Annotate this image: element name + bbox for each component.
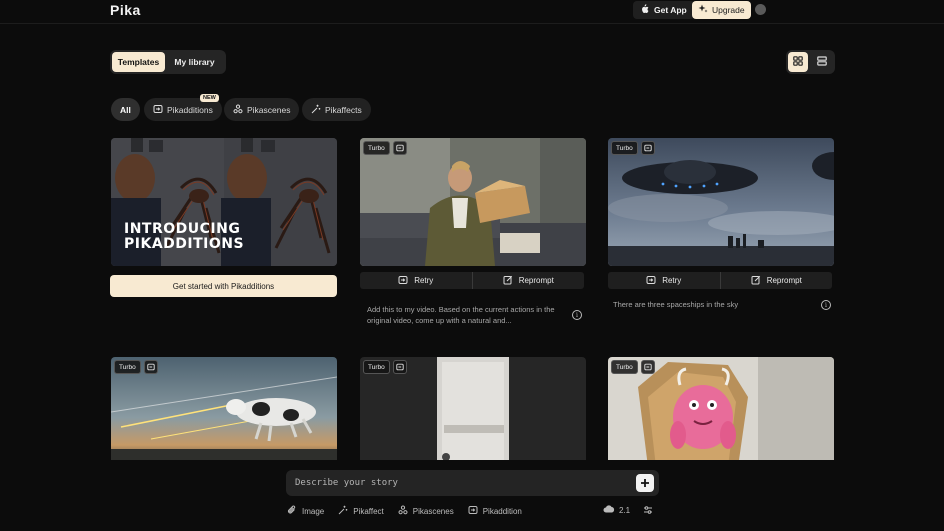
turbo-badge: Turbo (363, 141, 390, 155)
retry-icon (646, 275, 656, 287)
pikadditions-icon (468, 505, 478, 517)
filter-pikadditions[interactable]: Pikadditions NEW (144, 94, 222, 121)
pikaffects-icon (311, 104, 321, 116)
filter-pikaffects-label: Pikaffects (325, 104, 362, 115)
retry-label: Retry (662, 276, 682, 285)
grid-view-button[interactable] (788, 52, 808, 72)
retry-button[interactable]: Retry (608, 272, 720, 289)
promo-headline-line2: PIKADDITIONS (124, 236, 245, 252)
library-tabs: Templates My library (110, 50, 226, 74)
card-badges: Turbo (363, 141, 407, 155)
filter-pikadditions-label: Pikadditions (167, 104, 213, 115)
card-actions: Retry Reprompt (360, 272, 584, 289)
settings-button[interactable] (643, 505, 653, 517)
pika-logo[interactable]: Pika (110, 2, 141, 18)
template-card-box[interactable]: Turbo (360, 138, 586, 266)
add-button[interactable] (636, 474, 654, 492)
pikascenes-tool-label: Pikascenes (412, 506, 454, 516)
sparkle-icon (698, 4, 708, 16)
avatar[interactable] (755, 4, 766, 15)
get-app-button[interactable]: Get App (633, 1, 695, 19)
filter-all-label: All (120, 104, 131, 115)
box-video-thumbnail (360, 138, 586, 266)
turbo-badge: Turbo (611, 360, 638, 374)
get-started-pikadditions-button[interactable]: Get started with Pikadditions (110, 275, 337, 297)
model-version-selector[interactable]: 2.1 (603, 505, 630, 515)
retry-label: Retry (414, 276, 434, 285)
upgrade-button[interactable]: Upgrade (692, 1, 751, 19)
grid-icon (793, 53, 803, 71)
retry-icon (398, 275, 408, 287)
pikaddition-tool-button[interactable]: Pikaddition (468, 505, 522, 517)
info-icon[interactable]: i (572, 310, 582, 320)
filter-pikascenes[interactable]: Pikascenes (224, 98, 300, 121)
image-tool-label: Image (302, 506, 325, 516)
tab-my-library[interactable]: My library (167, 52, 222, 72)
upgrade-label: Upgrade (712, 5, 745, 15)
new-badge: NEW (200, 94, 219, 102)
turbo-badge: Turbo (611, 141, 638, 155)
template-card-spaceships[interactable]: Turbo (608, 138, 834, 266)
reprompt-label: Reprompt (518, 276, 554, 285)
reprompt-button[interactable]: Reprompt (719, 272, 833, 289)
reprompt-label: Reprompt (766, 276, 802, 285)
plus-icon (640, 475, 650, 491)
filter-pikascenes-label: Pikascenes (247, 104, 291, 115)
get-app-label: Get App (654, 5, 687, 15)
pikascenes-tool-button[interactable]: Pikascenes (398, 505, 454, 517)
magic-wand-icon (338, 505, 348, 517)
pikascenes-icon (398, 505, 408, 517)
promo-headline-line1: INTRODUCING (124, 221, 241, 237)
turbo-badge: Turbo (114, 360, 141, 374)
edit-icon (751, 275, 761, 287)
template-card-cow[interactable]: Turbo (111, 357, 337, 467)
apple-icon (640, 4, 649, 16)
pikadditions-promo-card[interactable]: INTRODUCING PIKADDITIONS (111, 138, 337, 266)
list-view-button[interactable] (812, 52, 832, 72)
prompt-toolbar: Image Pikaffect Pikascenes Pikaddition (287, 505, 522, 517)
paperclip-icon (287, 505, 297, 517)
reprompt-button[interactable]: Reprompt (471, 272, 585, 289)
pikaffect-tool-label: Pikaffect (353, 506, 384, 516)
image-tool-button[interactable]: Image (287, 505, 324, 517)
pikadditions-icon (640, 141, 655, 155)
card-badges: Turbo (611, 360, 655, 374)
filter-all[interactable]: All (111, 98, 140, 121)
edit-icon (503, 275, 513, 287)
pikadditions-icon (392, 360, 407, 374)
pikadditions-icon (640, 360, 655, 374)
pikascenes-icon (233, 103, 243, 116)
pikadditions-icon (153, 104, 163, 116)
card-description: Add this to my video. Based on the curre… (367, 305, 555, 325)
promo-headline: INTRODUCING PIKADDITIONS (124, 222, 244, 252)
pikaffect-tool-button[interactable]: Pikaffect (338, 505, 384, 517)
pikaddition-tool-label: Pikaddition (482, 506, 522, 516)
turbo-badge: Turbo (363, 360, 390, 374)
view-toggle (786, 50, 835, 74)
card-badges: Turbo (114, 360, 158, 374)
pikadditions-icon (392, 141, 407, 155)
cloud-icon (603, 505, 615, 515)
prompt-bar (286, 470, 659, 496)
pikadditions-icon (143, 360, 158, 374)
tab-templates[interactable]: Templates (112, 52, 165, 72)
sliders-icon (643, 505, 653, 517)
filter-pikaffects[interactable]: Pikaffects (302, 98, 371, 121)
list-icon (817, 53, 827, 71)
card-description: There are three spaceships in the sky (613, 300, 739, 309)
model-version-label: 2.1 (619, 505, 631, 515)
info-icon[interactable]: i (821, 300, 831, 310)
template-card-monster[interactable]: Turbo (608, 357, 834, 467)
template-card-door[interactable]: Turbo (360, 357, 586, 467)
retry-button[interactable]: Retry (360, 272, 472, 289)
spaceships-video-thumbnail (608, 138, 834, 266)
card-badges: Turbo (611, 141, 655, 155)
top-bar: Pika Get App Upgrade (0, 0, 944, 24)
card-badges: Turbo (363, 360, 407, 374)
card-actions: Retry Reprompt (608, 272, 832, 289)
story-prompt-input[interactable] (295, 475, 615, 491)
